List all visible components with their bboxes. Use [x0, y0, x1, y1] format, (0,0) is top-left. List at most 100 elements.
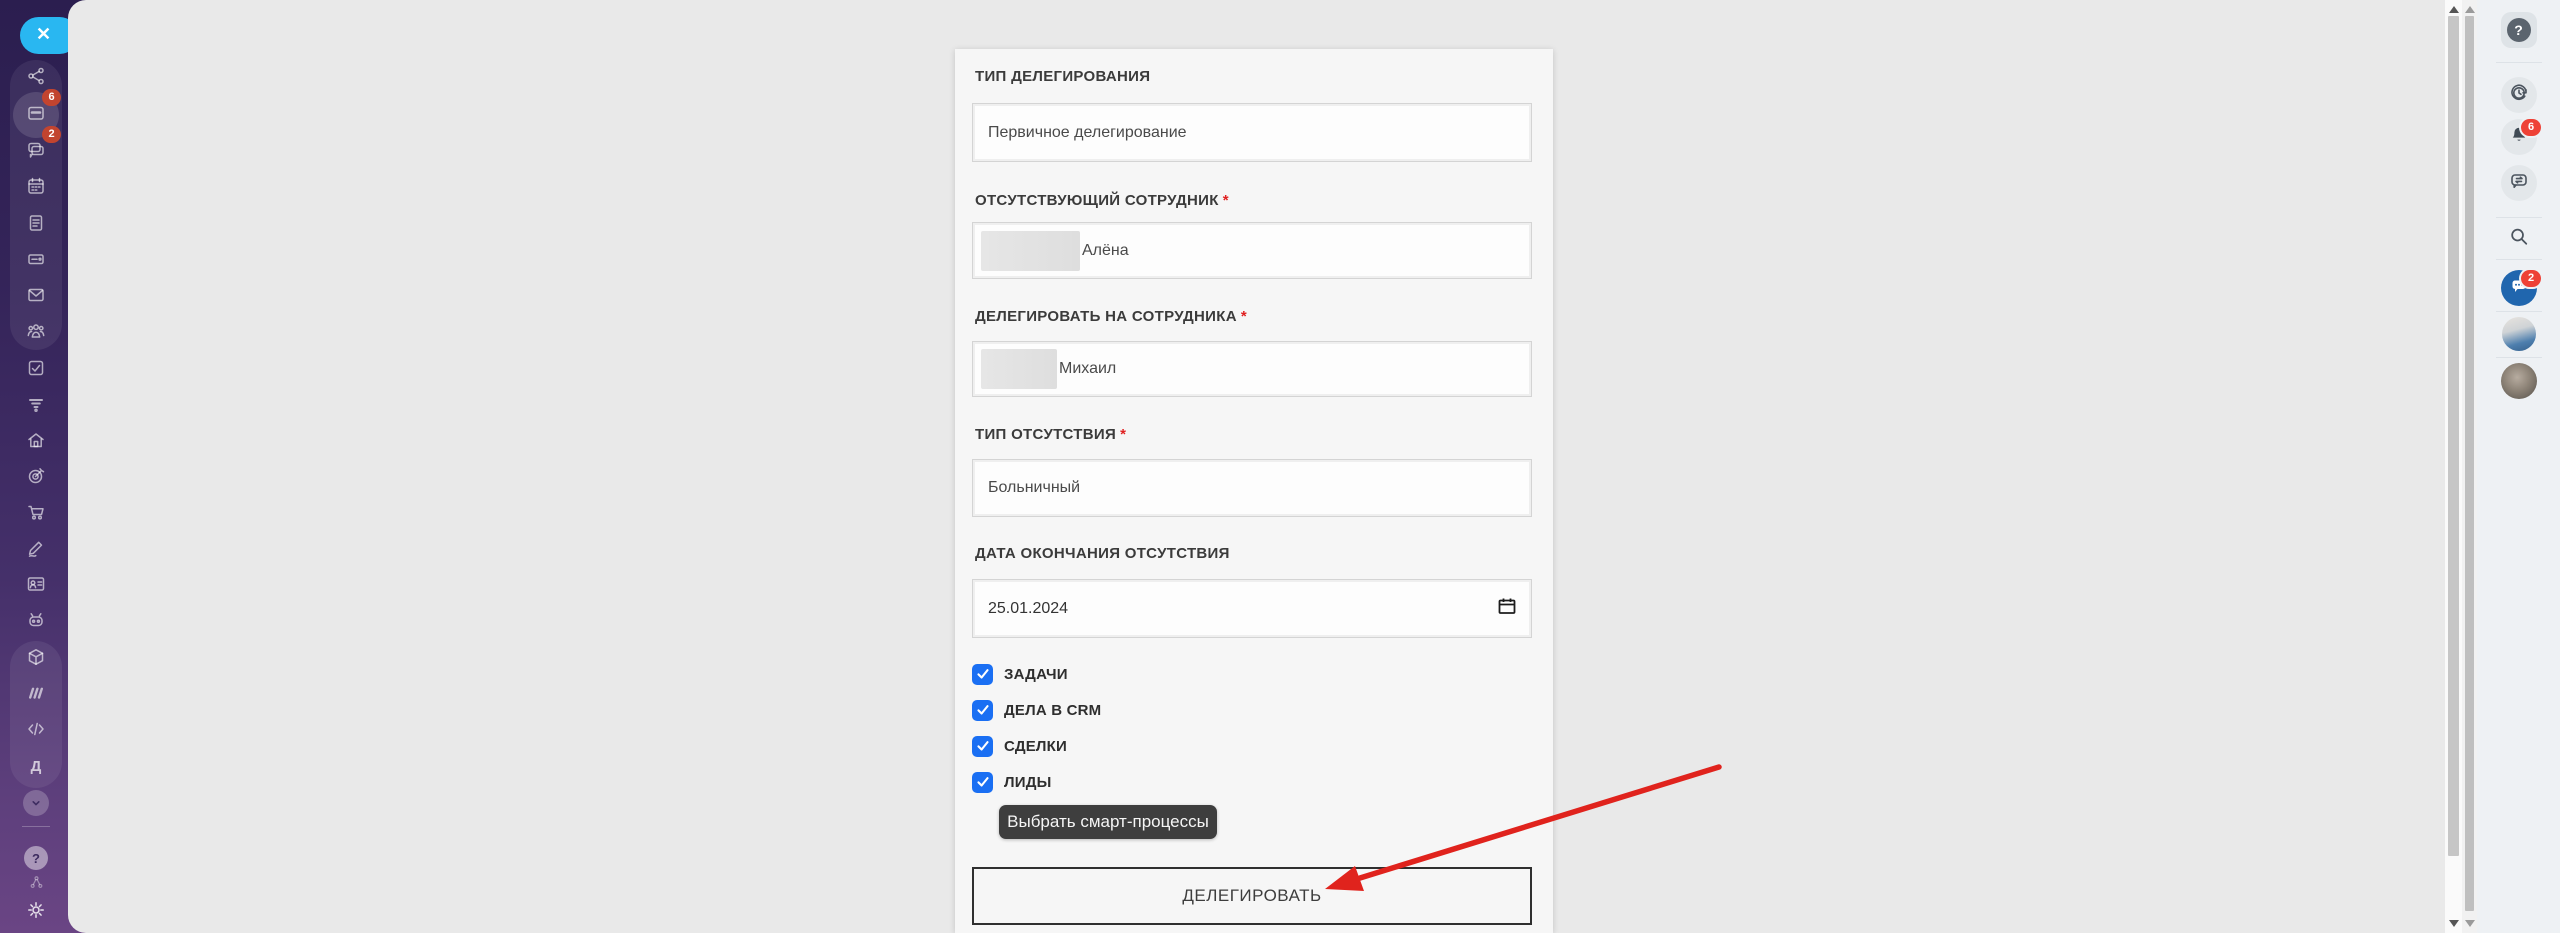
- absence-type-value: Больничный: [988, 479, 1080, 497]
- sign-icon: [26, 538, 46, 563]
- absent-employee-input[interactable]: Алёна: [972, 222, 1532, 279]
- dialogs-icon: [2509, 171, 2529, 196]
- contacts-icon: [26, 574, 46, 599]
- sidebar-item-company[interactable]: [10, 425, 62, 459]
- sidebar-item-automation[interactable]: [10, 605, 62, 639]
- tasks-icon: [26, 358, 46, 383]
- invite-icon: [28, 874, 45, 896]
- scroll-down-arrow[interactable]: [2449, 920, 2459, 927]
- sidebar-item-marketplace[interactable]: [10, 678, 62, 712]
- sidebar-item-contacts[interactable]: [10, 569, 62, 603]
- field-label-absence-type: ТИП ОТСУТСТВИЯ*: [975, 426, 1126, 443]
- app-d-icon: Д: [31, 758, 42, 776]
- help-icon: ?: [2507, 18, 2531, 42]
- settings-icon: [26, 900, 46, 925]
- sidebar-item-tasks[interactable]: [10, 353, 62, 387]
- checkbox-crm-activities[interactable]: ДЕЛА В CRM: [972, 696, 1101, 724]
- automation-icon: [26, 610, 46, 635]
- required-mark: *: [1241, 308, 1247, 325]
- sidebar-item-products[interactable]: [10, 642, 62, 676]
- absence-end-date-value: 25.01.2024: [988, 600, 1068, 618]
- field-label-absence-end-date: ДАТА ОКОНЧАНИЯ ОТСУТСТВИЯ: [975, 545, 1230, 562]
- sidebar-divider: [22, 826, 50, 827]
- field-label-delegate-to: ДЕЛЕГИРОВАТЬ НА СОТРУДНИКА*: [975, 308, 1247, 325]
- developer-icon: [26, 719, 46, 744]
- scrollbar-thumb[interactable]: [2465, 16, 2474, 911]
- messenger-icon: [26, 140, 46, 165]
- toolbar-divider: [2496, 62, 2542, 63]
- sidebar-item-settings[interactable]: [10, 895, 62, 929]
- sidebar-item-goals[interactable]: [10, 461, 62, 495]
- sidebar-item-employees[interactable]: [10, 316, 62, 350]
- calendar-icon: [26, 176, 46, 201]
- sidebar-item-documents[interactable]: [10, 208, 62, 242]
- toolbar-divider: [2496, 259, 2542, 260]
- sidebar-item-filter[interactable]: [10, 389, 62, 423]
- scrollbar-thumb[interactable]: [2448, 16, 2459, 856]
- scroll-up-arrow[interactable]: [2465, 6, 2475, 13]
- sidebar-badge-drive: 6: [42, 89, 61, 106]
- more-icon: [23, 790, 49, 816]
- sidebar-item-storage[interactable]: [10, 244, 62, 278]
- checkbox-tasks[interactable]: ЗАДАЧИ: [972, 660, 1068, 688]
- toolbar-item-timeman[interactable]: [2501, 77, 2537, 113]
- checkbox-checked-icon: [972, 772, 993, 793]
- checkbox-label: ЛИДЫ: [1004, 774, 1051, 791]
- delegate-submit-button[interactable]: ДЕЛЕГИРОВАТЬ: [972, 867, 1532, 925]
- absence-type-input[interactable]: Больничный: [972, 459, 1532, 517]
- sidebar-item-mail[interactable]: [10, 280, 62, 314]
- goals-icon: [26, 466, 46, 491]
- sidebar-item-app-d[interactable]: Д: [10, 750, 62, 784]
- toolbar-item-avatar-user[interactable]: [2502, 317, 2536, 351]
- field-label-absent-employee: ОТСУТСТВУЮЩИЙ СОТРУДНИК*: [975, 192, 1229, 209]
- company-icon: [26, 430, 46, 455]
- delegation-type-input[interactable]: Первичное делегирование: [972, 103, 1532, 162]
- checkbox-leads[interactable]: ЛИДЫ: [972, 768, 1051, 796]
- page-scrollbar[interactable]: [2462, 0, 2477, 933]
- delegation-type-value: Первичное делегирование: [988, 124, 1187, 142]
- inner-scrollbar[interactable]: [2445, 0, 2462, 933]
- required-mark: *: [1223, 192, 1229, 209]
- app-window: 62Д? ✕ ТИП ДЕЛЕГИРОВАНИЯ Первичное делег…: [0, 0, 2560, 933]
- redacted-avatar-block: [981, 231, 1080, 271]
- drive-icon: [26, 103, 46, 128]
- toolbar-item-help[interactable]: ?: [2501, 12, 2537, 48]
- sidebar-item-shop[interactable]: [10, 497, 62, 531]
- sidebar-item-calendar[interactable]: [10, 171, 62, 205]
- documents-icon: [26, 213, 46, 238]
- checkbox-label: СДЕЛКИ: [1004, 738, 1067, 755]
- calendar-picker-icon[interactable]: [1497, 596, 1517, 621]
- toolbar-item-dialogs[interactable]: [2501, 165, 2537, 201]
- select-smart-processes-button[interactable]: Выбрать смарт-процессы: [999, 805, 1217, 839]
- user-avatar: [2502, 317, 2536, 351]
- checkbox-label: ДЕЛА В CRM: [1004, 702, 1101, 719]
- required-mark: *: [1120, 426, 1126, 443]
- help-icon: ?: [24, 846, 48, 870]
- toolbar-divider: [2496, 217, 2542, 218]
- checkbox-deals[interactable]: СДЕЛКИ: [972, 732, 1067, 760]
- checkbox-checked-icon: [972, 736, 993, 757]
- sidebar-item-developer[interactable]: [10, 714, 62, 748]
- sidebar-item-sign[interactable]: [10, 533, 62, 567]
- toolbar-item-search[interactable]: [2508, 226, 2530, 253]
- feed-icon: [26, 66, 46, 91]
- employees-icon: [26, 321, 46, 346]
- sidebar-item-more[interactable]: [10, 786, 62, 820]
- redacted-avatar-block: [981, 349, 1057, 389]
- checkbox-checked-icon: [972, 700, 993, 721]
- checkbox-label: ЗАДАЧИ: [1004, 666, 1068, 683]
- close-icon: ✕: [36, 24, 51, 45]
- products-icon: [26, 647, 46, 672]
- field-label-delegation-type: ТИП ДЕЛЕГИРОВАНИЯ: [975, 68, 1150, 85]
- scroll-down-arrow[interactable]: [2465, 920, 2475, 927]
- right-toolbar: ?62: [2477, 0, 2560, 933]
- search-icon: [2508, 226, 2530, 253]
- toolbar-item-avatar-raccoon[interactable]: [2501, 363, 2537, 399]
- scroll-up-arrow[interactable]: [2449, 6, 2459, 13]
- absence-end-date-input[interactable]: 25.01.2024: [972, 579, 1532, 638]
- absent-employee-value: Алёна: [1082, 242, 1129, 260]
- marketplace-icon: [26, 683, 46, 708]
- clock-icon: [2509, 83, 2529, 108]
- delegate-to-input[interactable]: Михаил: [972, 341, 1532, 397]
- checkbox-checked-icon: [972, 664, 993, 685]
